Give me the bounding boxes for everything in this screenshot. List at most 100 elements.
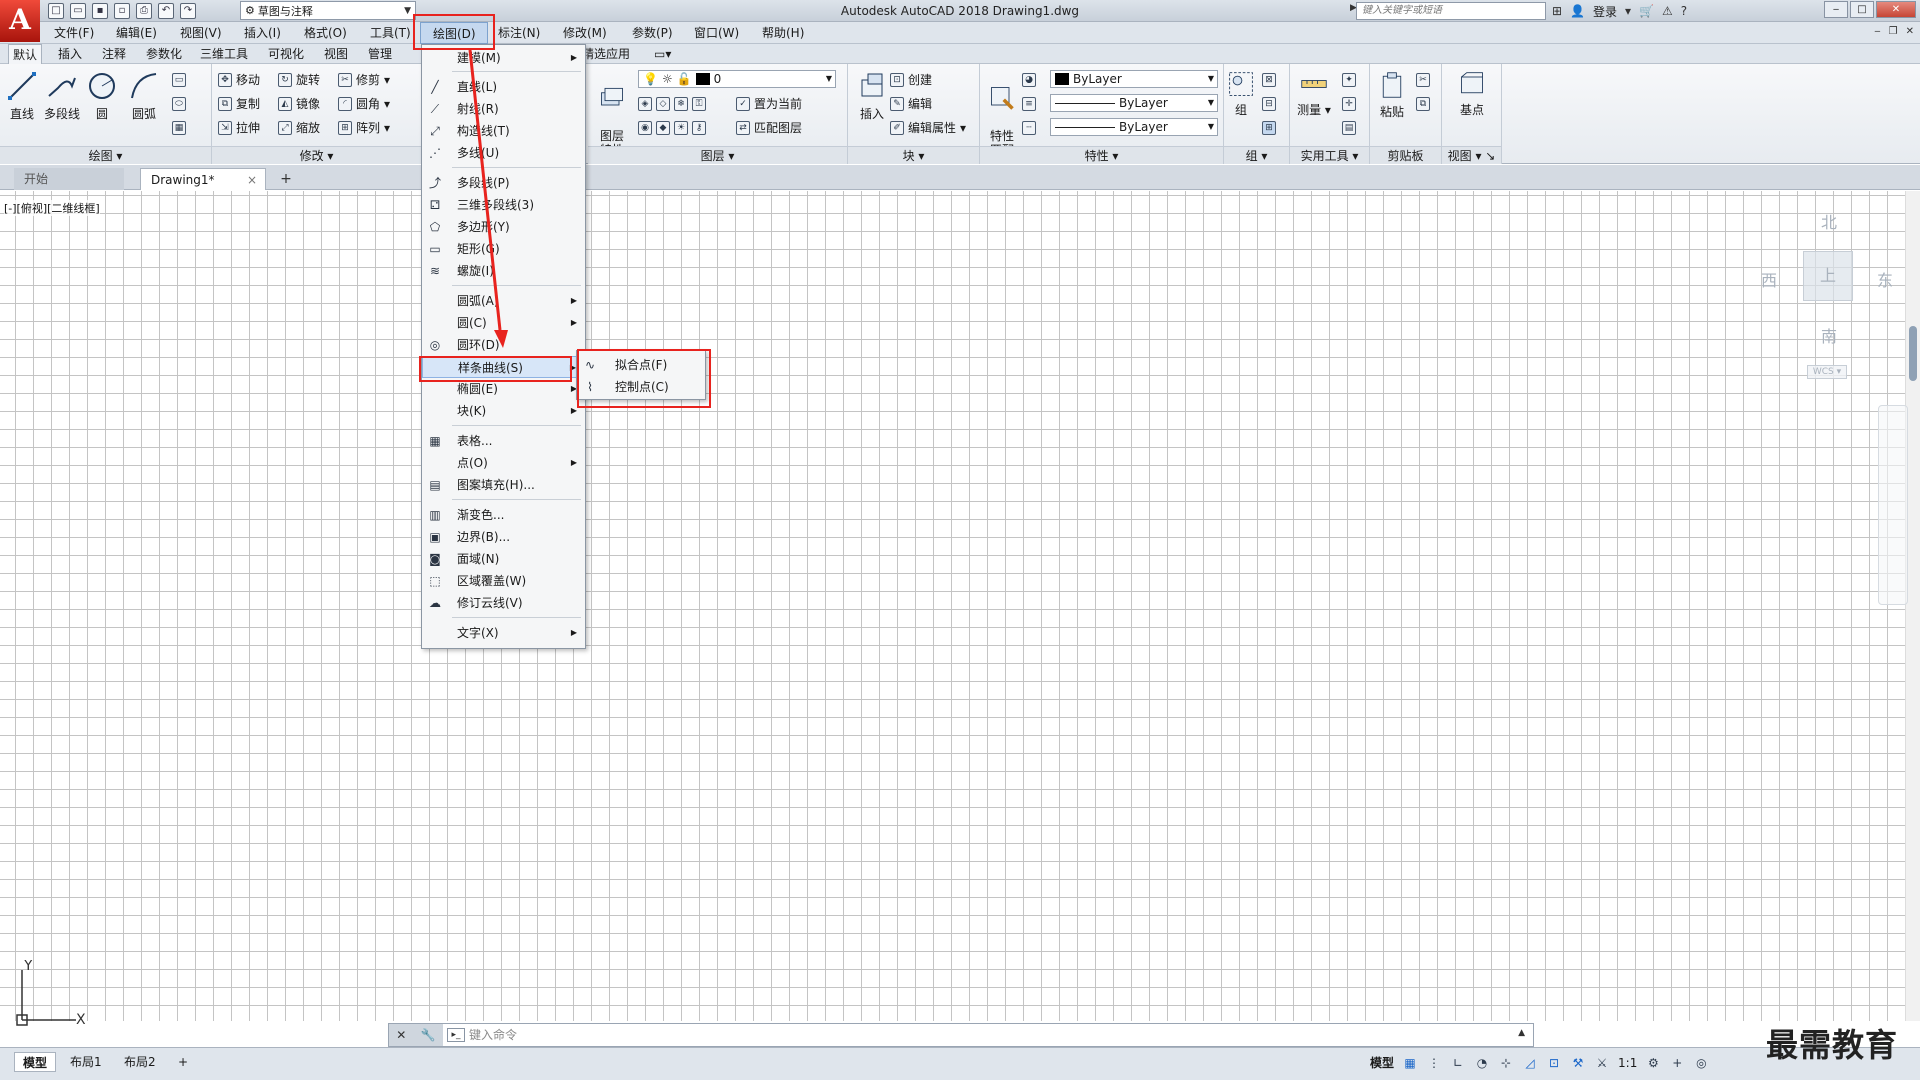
menu-window[interactable]: 窗口(W) — [694, 22, 739, 44]
ungroup-button[interactable]: ⊠ — [1262, 70, 1276, 90]
doc-close-button[interactable]: ✕ — [1906, 26, 1914, 37]
menu-item-mline[interactable]: ⋰ 多线(U) — [422, 142, 585, 164]
base-view-button[interactable]: 基点 — [1452, 70, 1492, 118]
isodraft-icon[interactable]: ◿ — [1522, 1055, 1538, 1071]
arc-button[interactable]: 圆弧 — [124, 70, 164, 122]
save-icon[interactable]: ▪ — [92, 3, 108, 19]
line-button[interactable]: 直线 — [2, 70, 42, 122]
panel-title-clipboard[interactable]: 剪贴板 — [1370, 146, 1441, 164]
measure-button[interactable]: 测量 ▾ — [1294, 70, 1334, 118]
close-button[interactable]: ✕ — [1876, 1, 1916, 18]
menu-item-line[interactable]: ╱ 直线(L) — [422, 76, 585, 98]
linetype-dropdown[interactable]: ByLayer ▼ — [1050, 118, 1218, 136]
tab-layout1[interactable]: 布局1 — [62, 1052, 110, 1072]
plus-icon[interactable]: + — [1669, 1055, 1685, 1071]
menu-item-donut[interactable]: ◎ 圆环(D) — [422, 334, 585, 356]
save-as-icon[interactable]: ▫ — [114, 3, 130, 19]
open-icon[interactable]: ▭ — [70, 3, 86, 19]
navigation-bar[interactable] — [1878, 405, 1908, 605]
close-icon[interactable]: ✕ — [396, 1028, 406, 1042]
ortho-icon[interactable]: ∟ — [1450, 1055, 1466, 1071]
panel-title-block[interactable]: 块 ▾ — [848, 146, 979, 164]
new-icon[interactable]: □ — [48, 3, 64, 19]
menu-item-block[interactable]: 块(K) ▶ — [422, 400, 585, 422]
quick-select-button[interactable]: ✦ — [1342, 70, 1356, 90]
start-tab[interactable]: 开始 — [14, 168, 124, 190]
minimize-button[interactable]: ‒ — [1824, 1, 1848, 18]
menu-view[interactable]: 视图(V) — [180, 22, 222, 44]
scale-value[interactable]: 1:1 — [1618, 1056, 1637, 1070]
command-input[interactable]: 键入命令 — [469, 1024, 517, 1046]
match-properties-button[interactable]: 特性 匹配 — [982, 70, 1022, 157]
id-point-button[interactable]: ✛ — [1342, 94, 1356, 114]
viewcube-south[interactable]: 南 — [1821, 323, 1837, 347]
binoculars-icon[interactable]: ⊞ — [1552, 4, 1562, 18]
group-select-button[interactable]: ⊞ — [1262, 118, 1276, 138]
linetype-button[interactable]: ┄ — [1022, 118, 1036, 138]
group-button[interactable]: 组 — [1226, 70, 1256, 118]
tab-manage[interactable]: 管理 — [364, 44, 396, 64]
tab-view[interactable]: 视图 — [320, 44, 352, 64]
menu-item-polygon[interactable]: ⬠ 多边形(Y) — [422, 216, 585, 238]
wrench-icon[interactable]: 🔧 — [421, 1028, 436, 1042]
command-prompt-icon[interactable]: ▸_ — [447, 1028, 465, 1042]
grid-icon[interactable]: ▦ — [1402, 1055, 1418, 1071]
menu-item-polyline[interactable]: ⤴ 多段线(P) — [422, 172, 585, 194]
search-input[interactable]: 键入关键字或短语 — [1356, 2, 1546, 20]
layer-tools-row-1[interactable]: ◈ ◇ ❄ ⚿ — [638, 94, 706, 114]
drawing-canvas[interactable] — [0, 191, 1905, 1021]
menu-item-arc[interactable]: 圆弧(A) ▶ — [422, 290, 585, 312]
copy-button[interactable]: ⧉ 复制 — [218, 94, 260, 114]
snap-icon[interactable]: ⋮ — [1426, 1055, 1442, 1071]
panel-title-view[interactable]: 视图 ▾ ↘ — [1442, 146, 1501, 164]
viewcube-north[interactable]: 北 — [1821, 209, 1837, 233]
menu-tools[interactable]: 工具(T) — [370, 22, 411, 44]
calculator-button[interactable]: ▤ — [1342, 118, 1356, 138]
menu-edit[interactable]: 编辑(E) — [116, 22, 157, 44]
panel-title-properties[interactable]: 特性 ▾ — [980, 146, 1223, 164]
group-edit-button[interactable]: ⊟ — [1262, 94, 1276, 114]
tab-3d-tools[interactable]: 三维工具 — [196, 44, 252, 64]
color-dropdown[interactable]: ByLayer ▼ — [1050, 70, 1218, 88]
scale-button[interactable]: ⤢ 缩放 — [278, 118, 320, 138]
panel-title-draw[interactable]: 绘图 ▾ — [0, 146, 211, 164]
isolate-icon[interactable]: ◎ — [1693, 1055, 1709, 1071]
set-current-button[interactable]: ✓ 置为当前 — [736, 94, 802, 114]
annotation-icon[interactable]: ⚒ — [1570, 1055, 1586, 1071]
menu-item-ray[interactable]: ⟋ 射线(R) — [422, 98, 585, 120]
menu-parametric[interactable]: 参数(P) — [632, 22, 673, 44]
menu-item-wipeout[interactable]: ⬚ 区域覆盖(W) — [422, 570, 585, 592]
annoscale-icon[interactable]: ⚔ — [1594, 1055, 1610, 1071]
panel-title-modify[interactable]: 修改 ▾ — [212, 146, 421, 164]
osnap-icon[interactable]: ⊹ — [1498, 1055, 1514, 1071]
mirror-button[interactable]: ◭ 镜像 — [278, 94, 320, 114]
match-layer-button[interactable]: ⇄ 匹配图层 — [736, 118, 802, 138]
model-space-label[interactable]: 模型 — [1370, 1054, 1394, 1071]
stretch-button[interactable]: ⇲ 拉伸 — [218, 118, 260, 138]
vertical-scrollbar[interactable] — [1905, 191, 1920, 1021]
tab-model[interactable]: 模型 — [14, 1052, 57, 1072]
menu-modify[interactable]: 修改(M) — [563, 22, 607, 44]
panel-title-groups[interactable]: 组 ▾ — [1224, 146, 1289, 164]
menu-item-rectangle[interactable]: ▭ 矩形(G) — [422, 238, 585, 260]
menu-item-gradient[interactable]: ▥ 渐变色... — [422, 504, 585, 526]
doc-minimize-button[interactable]: ‒ — [1874, 26, 1880, 37]
chevron-down-icon[interactable]: ▾ — [1625, 4, 1631, 18]
fillet-button[interactable]: ◜ 圆角 ▾ — [338, 94, 390, 114]
tab-layout2[interactable]: 布局2 — [116, 1052, 164, 1072]
gear-icon[interactable]: ⚙ — [1645, 1055, 1661, 1071]
move-button[interactable]: ✥ 移动 — [218, 70, 260, 90]
tab-visualize[interactable]: 可视化 — [264, 44, 308, 64]
polyline-button[interactable]: 多段线 — [42, 70, 82, 122]
user-icon[interactable]: 👤 — [1570, 4, 1585, 18]
viewcube-east[interactable]: 东 — [1877, 267, 1893, 291]
layer-dropdown[interactable]: 💡 ☼ 🔓 0 ▼ — [638, 70, 836, 88]
menu-file[interactable]: 文件(F) — [54, 22, 94, 44]
menu-item-table[interactable]: ▦ 表格... — [422, 430, 585, 452]
copy-clip-button[interactable]: ⧉ — [1416, 94, 1430, 114]
close-tab-icon[interactable]: × — [247, 169, 257, 191]
wcs-menu[interactable]: WCS ▾ — [1807, 365, 1847, 379]
otrack-icon[interactable]: ⊡ — [1546, 1055, 1562, 1071]
rectangle-button[interactable]: ▭ — [172, 70, 186, 90]
menu-item-modeling[interactable]: 建模(M) ▶ — [422, 47, 585, 69]
